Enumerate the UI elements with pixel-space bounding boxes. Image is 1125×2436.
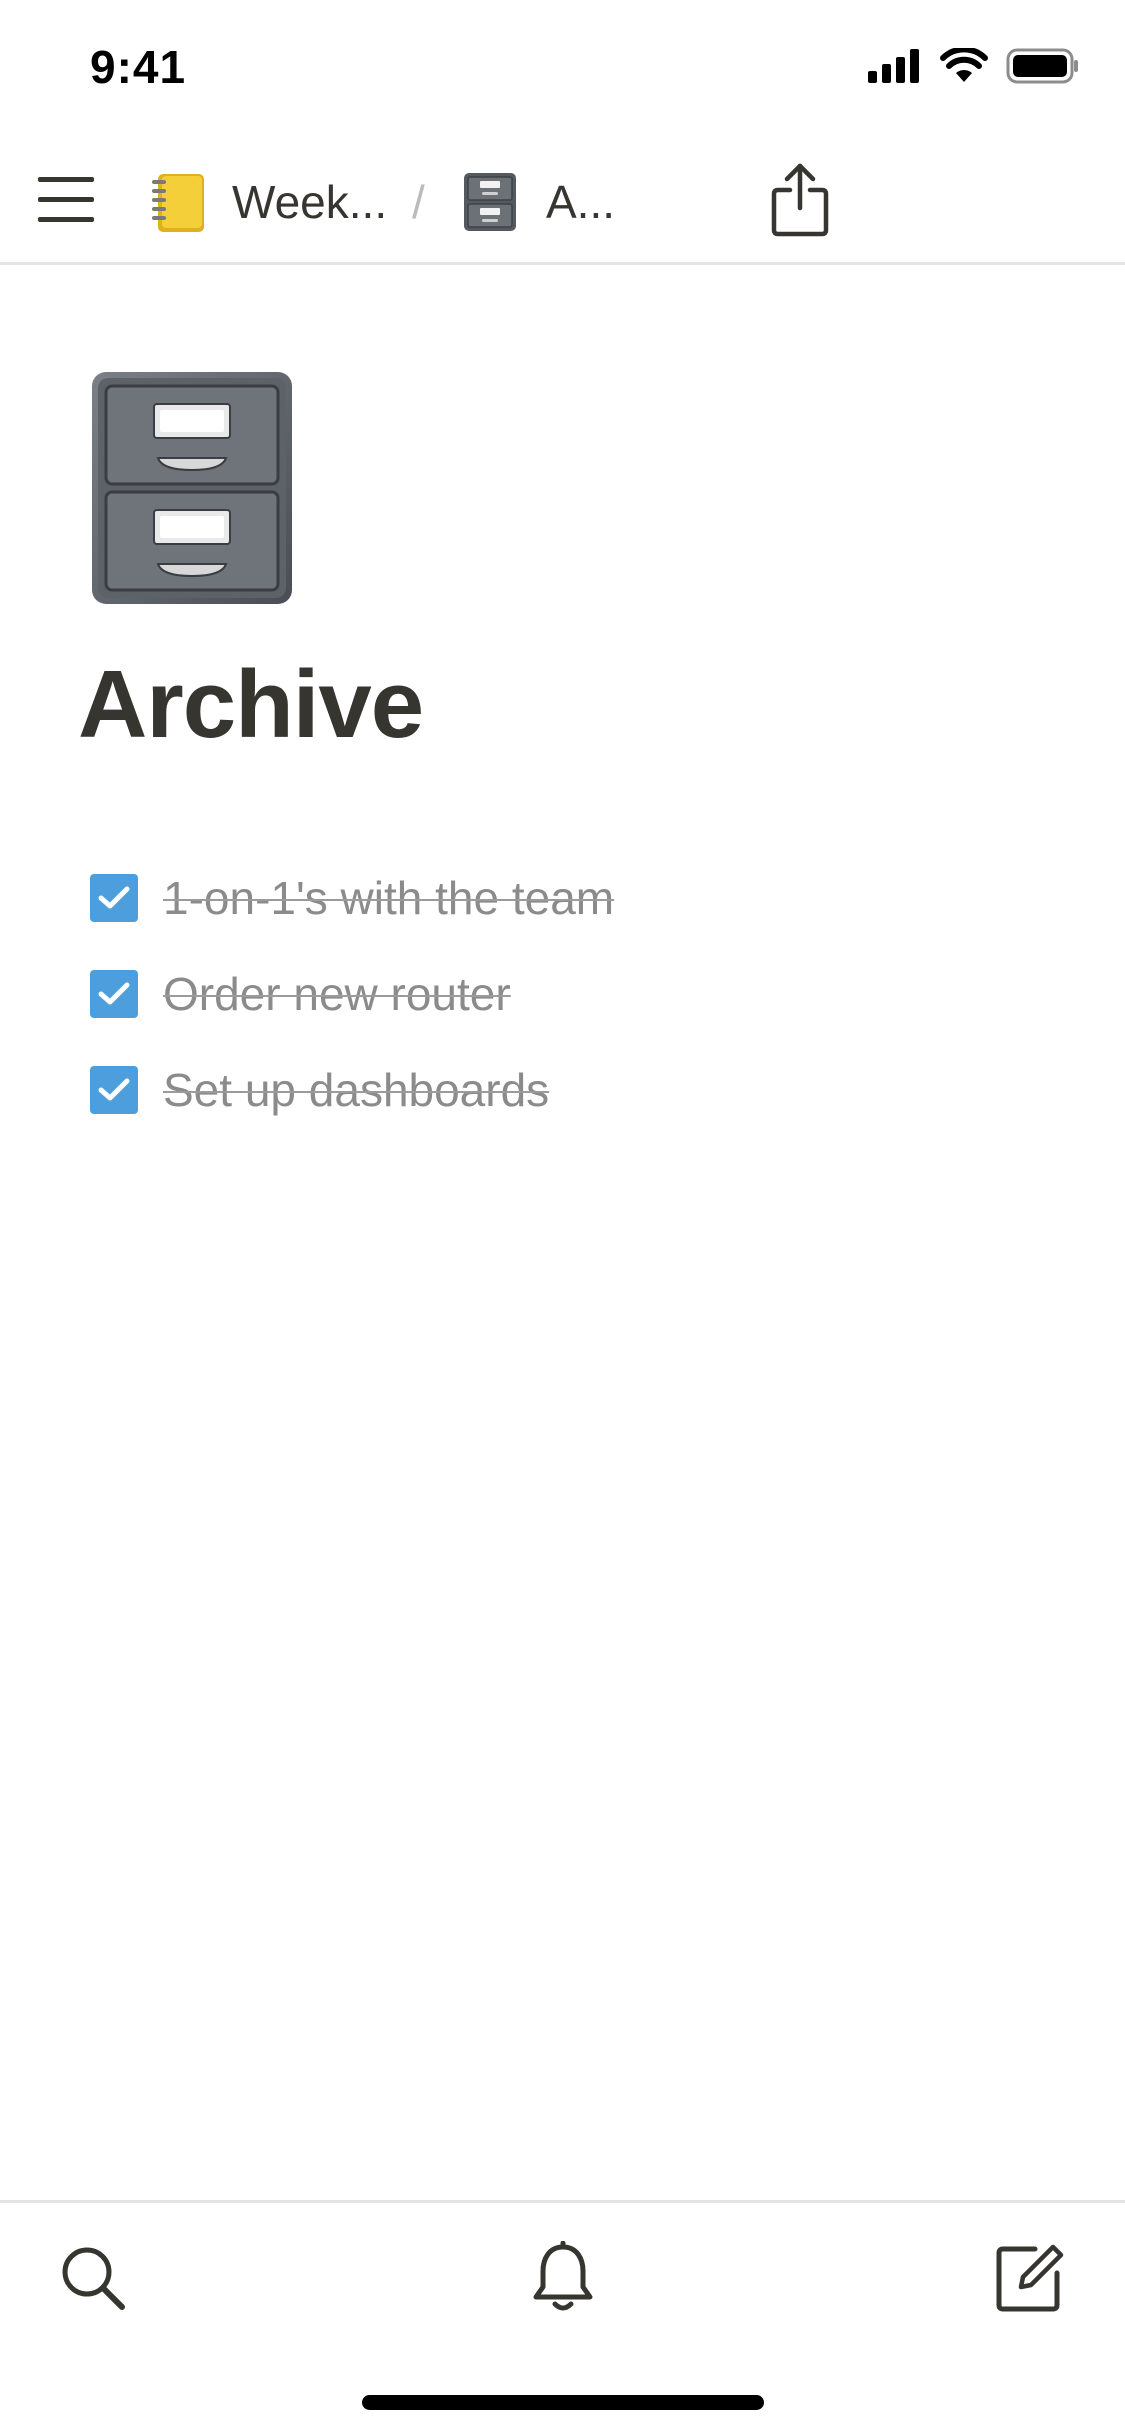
home-indicator[interactable] xyxy=(362,2395,764,2410)
breadcrumb-label: A... xyxy=(546,176,616,228)
cellular-signal-icon xyxy=(868,49,922,88)
file-cabinet-emoji-icon xyxy=(462,171,518,233)
hamburger-menu-icon[interactable] xyxy=(38,175,94,225)
checkmark-icon xyxy=(98,982,130,1005)
todo-label[interactable]: 1-on-1's with the team xyxy=(163,871,614,925)
breadcrumb-separator-text: / xyxy=(412,176,425,228)
todo-item: Set up dashboards xyxy=(90,1042,990,1138)
status-bar: 9:41 xyxy=(0,0,1125,140)
todo-label[interactable]: Order new router xyxy=(163,967,511,1021)
todo-checkbox[interactable] xyxy=(90,970,138,1018)
top-nav-bar: Week... / A... xyxy=(0,140,1125,265)
todo-checkbox[interactable] xyxy=(90,1066,138,1114)
status-icons xyxy=(868,46,1080,89)
todo-label[interactable]: Set up dashboards xyxy=(163,1063,549,1117)
todo-list: 1-on-1's with the team Order new router … xyxy=(90,850,990,1138)
breadcrumb-item-archive[interactable]: A... xyxy=(462,170,615,234)
todo-checkbox[interactable] xyxy=(90,874,138,922)
todo-item: 1-on-1's with the team xyxy=(90,850,990,946)
wifi-icon xyxy=(940,46,988,89)
bell-icon[interactable] xyxy=(518,2233,608,2323)
page-title[interactable]: Archive xyxy=(78,650,424,760)
todo-item: Order new router xyxy=(90,946,990,1042)
notebook-emoji-icon xyxy=(148,170,208,234)
checkmark-icon xyxy=(98,886,130,909)
compose-icon[interactable] xyxy=(985,2233,1075,2323)
search-icon[interactable] xyxy=(48,2233,138,2323)
battery-icon xyxy=(1006,48,1080,89)
breadcrumb-item-week[interactable]: Week... xyxy=(148,170,387,234)
status-time: 9:41 xyxy=(90,41,187,93)
share-icon[interactable] xyxy=(770,162,830,238)
breadcrumb-separator: / xyxy=(412,170,425,234)
file-cabinet-emoji-icon[interactable] xyxy=(88,368,296,608)
breadcrumb-label: Week... xyxy=(232,176,388,228)
checkmark-icon xyxy=(98,1078,130,1101)
